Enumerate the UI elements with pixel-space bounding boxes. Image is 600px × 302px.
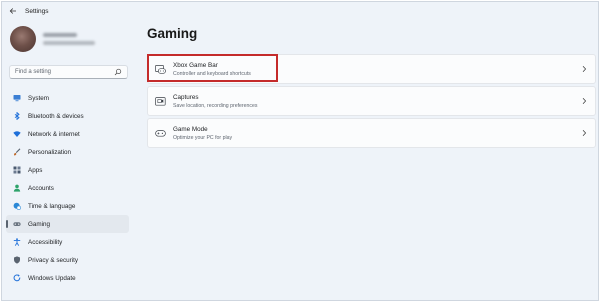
sidebar-item-gaming[interactable]: Gaming <box>6 215 129 233</box>
person-icon <box>13 184 21 192</box>
shield-icon <box>13 256 21 264</box>
sidebar-item-label: System <box>28 94 49 102</box>
user-profile[interactable] <box>10 26 95 52</box>
card-subtitle: Optimize your PC for play <box>173 134 233 141</box>
sidebar-item-label: Bluetooth & devices <box>28 112 84 120</box>
chevron-right-icon <box>582 129 587 137</box>
back-button[interactable] <box>6 4 20 18</box>
sidebar-item-label: Personalization <box>28 148 72 156</box>
capture-icon <box>155 96 166 106</box>
accessibility-icon <box>13 238 21 246</box>
sidebar-item-label: Network & internet <box>28 130 80 138</box>
sidebar-nav: System Bluetooth & devices Network & int… <box>6 89 129 287</box>
sidebar-item-label: Windows Update <box>28 274 76 282</box>
blurred-username <box>43 33 77 37</box>
search-input[interactable]: Find a setting <box>9 65 128 79</box>
card-game-mode[interactable]: Game Mode Optimize your PC for play <box>147 118 596 148</box>
game-mode-icon <box>155 129 166 138</box>
card-title: Xbox Game Bar <box>173 61 218 69</box>
sidebar-item-apps[interactable]: Apps <box>6 161 129 179</box>
sidebar-item-label: Privacy & security <box>28 256 79 264</box>
game-bar-icon <box>155 64 166 74</box>
sidebar-item-windows-update[interactable]: Windows Update <box>6 269 129 287</box>
sidebar-item-label: Accessibility <box>28 238 63 246</box>
title-bar: Settings <box>2 2 598 20</box>
sidebar-item-label: Apps <box>28 166 43 174</box>
card-title: Captures <box>173 93 199 101</box>
chevron-right-icon <box>582 65 587 73</box>
search-placeholder: Find a setting <box>15 69 52 75</box>
card-title: Game Mode <box>173 125 208 133</box>
sidebar-item-network[interactable]: Network & internet <box>6 125 129 143</box>
blurred-email <box>43 41 95 45</box>
sidebar-item-time-language[interactable]: Time & language <box>6 197 129 215</box>
sidebar-item-privacy-security[interactable]: Privacy & security <box>6 251 129 269</box>
sidebar-item-system[interactable]: System <box>6 89 129 107</box>
brush-icon <box>13 148 21 156</box>
card-subtitle: Controller and keyboard shortcuts <box>173 70 251 77</box>
sidebar-item-label: Time & language <box>28 202 76 210</box>
card-subtitle: Save location, recording preferences <box>173 102 258 109</box>
bluetooth-icon <box>13 112 21 120</box>
chevron-right-icon <box>582 97 587 105</box>
back-arrow-icon <box>9 8 16 14</box>
refresh-icon <box>13 274 21 282</box>
avatar <box>10 26 36 52</box>
sidebar-item-label: Gaming <box>28 220 51 228</box>
sidebar-item-label: Accounts <box>28 184 54 192</box>
sidebar-item-accounts[interactable]: Accounts <box>6 179 129 197</box>
settings-window: Settings Find a setting System Bluetooth… <box>1 1 599 301</box>
monitor-icon <box>13 94 21 102</box>
gamepad-icon <box>13 220 21 228</box>
apps-icon <box>13 166 21 174</box>
globe-clock-icon <box>13 202 21 210</box>
search-icon <box>114 68 122 76</box>
page-title: Gaming <box>147 26 198 41</box>
sidebar-item-accessibility[interactable]: Accessibility <box>6 233 129 251</box>
sidebar-item-personalization[interactable]: Personalization <box>6 143 129 161</box>
card-captures[interactable]: Captures Save location, recording prefer… <box>147 86 596 116</box>
card-xbox-game-bar[interactable]: Xbox Game Bar Controller and keyboard sh… <box>147 54 596 84</box>
sidebar-item-bluetooth[interactable]: Bluetooth & devices <box>6 107 129 125</box>
wifi-icon <box>13 130 21 138</box>
settings-cards: Xbox Game Bar Controller and keyboard sh… <box>147 54 596 150</box>
window-title: Settings <box>25 7 49 15</box>
